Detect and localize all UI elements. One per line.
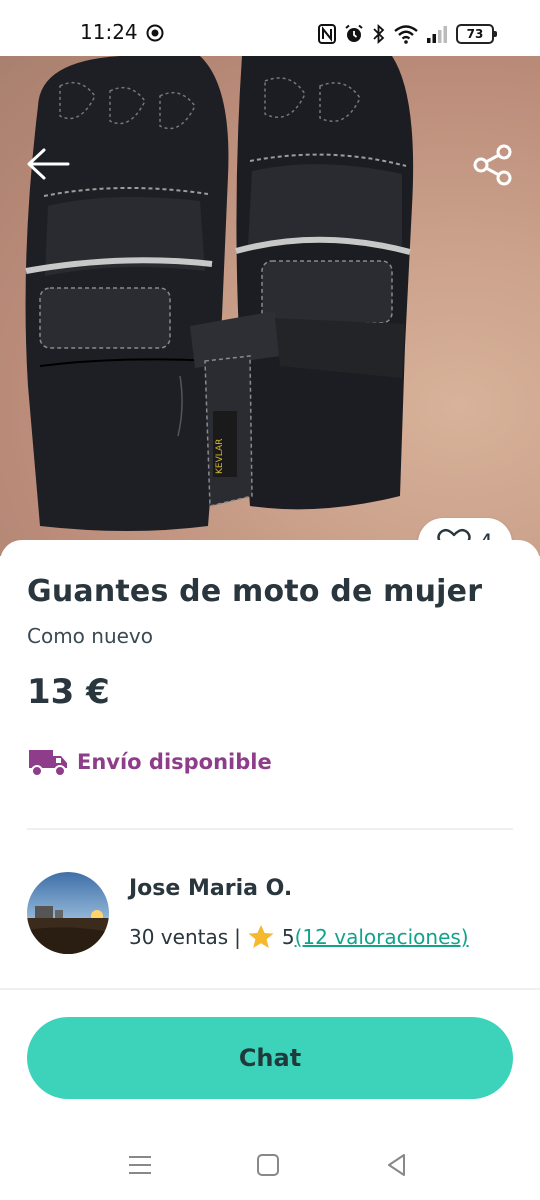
svg-text:KEVLAR: KEVLAR (215, 439, 225, 474)
truck-icon (29, 750, 67, 777)
chat-button[interactable]: Chat (27, 1017, 513, 1099)
nfc-icon (318, 24, 336, 44)
stats-separator: | (234, 925, 241, 949)
listing-price: 13 € (27, 672, 110, 712)
listing-title: Guantes de moto de mujer (27, 574, 483, 609)
divider (27, 828, 513, 830)
status-icons: 73 (318, 22, 497, 46)
home-icon[interactable] (253, 1150, 283, 1180)
alarm-icon (345, 24, 363, 42)
product-photo[interactable]: KEVLAR 4 (0, 56, 540, 556)
status-bar: 11:24 73 (0, 0, 540, 56)
seller-rating: 5 (281, 925, 295, 949)
seller-avatar[interactable] (27, 872, 109, 954)
bluetooth-icon (373, 24, 385, 44)
target-icon (146, 24, 164, 42)
status-time: 11:24 (80, 20, 138, 44)
menu-icon[interactable] (125, 1150, 155, 1180)
back-button[interactable] (24, 144, 72, 184)
shipping-label: Envío disponible (77, 750, 272, 774)
seller-sales: 30 ventas (129, 925, 229, 949)
seller-stats: 30 ventas | 5 (12 valoraciones) (129, 924, 469, 950)
listing-details: Guantes de moto de mujer Como nuevo 13 €… (0, 540, 540, 1200)
star-icon (248, 925, 274, 948)
wifi-icon (394, 25, 418, 44)
avatar-image (27, 872, 109, 954)
gloves-image: KEVLAR (25, 56, 414, 531)
signal-icon (427, 26, 447, 43)
back-nav-icon[interactable] (382, 1150, 412, 1180)
divider (0, 988, 540, 990)
share-icon[interactable] (472, 144, 514, 186)
navigation-bar (0, 1130, 540, 1200)
listing-condition: Como nuevo (27, 624, 154, 648)
shipping-info: Envío disponible (27, 746, 272, 778)
battery-icon: 73 (456, 24, 497, 44)
seller-name[interactable]: Jose Maria O. (129, 876, 292, 901)
reviews-link[interactable]: (12 valoraciones) (295, 925, 469, 949)
